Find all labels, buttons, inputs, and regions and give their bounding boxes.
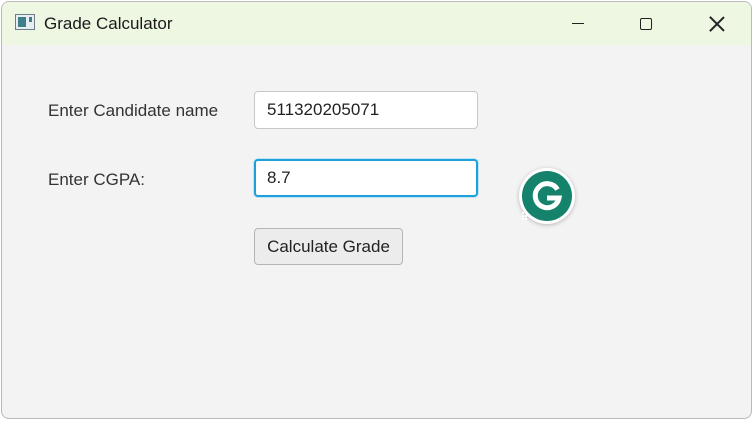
drag-grip-icon[interactable] xyxy=(522,212,528,221)
window-title: Grade Calculator xyxy=(44,14,173,33)
maximize-button[interactable] xyxy=(623,2,669,45)
grammarly-button[interactable] xyxy=(519,168,575,224)
close-button[interactable] xyxy=(694,2,740,45)
cgpa-input[interactable] xyxy=(254,159,478,197)
title-bar[interactable]: Grade Calculator xyxy=(2,2,751,45)
candidate-name-label: Enter Candidate name xyxy=(48,101,219,120)
grade-calculator-window: Grade Calculator Enter Candidate name En… xyxy=(1,1,752,419)
app-icon xyxy=(15,14,35,30)
maximize-icon xyxy=(640,17,652,30)
cgpa-label: Enter CGPA: xyxy=(48,170,145,189)
candidate-name-input[interactable] xyxy=(254,91,478,129)
calculate-grade-button[interactable]: Calculate Grade xyxy=(254,228,403,265)
close-icon xyxy=(709,16,725,32)
minimize-button[interactable] xyxy=(555,2,601,45)
minimize-icon xyxy=(572,22,584,25)
